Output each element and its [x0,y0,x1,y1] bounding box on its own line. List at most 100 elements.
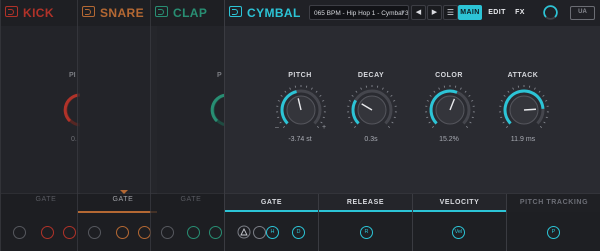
gate-mode-icon[interactable] [237,225,251,239]
knob-tick [500,116,503,119]
knob-tick [464,90,467,93]
knob-tick [471,116,474,119]
tab-edit[interactable]: EDIT [485,5,509,20]
velocity-knob[interactable]: Vel [452,226,465,239]
pitch-tracking-knob[interactable]: P [547,226,560,239]
tab-main[interactable]: MAIN [458,5,482,20]
knob-tick [507,90,510,93]
kick-section-gate[interactable]: GATE [16,196,76,203]
clap-mini-knob-2[interactable] [187,226,200,239]
preset-next-button[interactable]: ▶ [427,5,442,20]
knob-label-decay: DECAY [357,72,385,79]
track-badge-icon [5,6,18,17]
track-header-cymbal: CYMBAL 065 BPM - Hip Hop 1 - Cymbal 3 ▼ … [225,0,600,26]
kick-mini-knob-2[interactable] [41,226,54,239]
knob-tick [322,116,325,119]
track-panel-clap: CLAP P GATE [150,0,230,251]
knob-tick [315,90,318,93]
kick-knob-label-partial: PI [69,72,76,79]
knob-tick [355,90,358,93]
knob-tick [283,125,286,128]
knob-tick [277,116,280,119]
knob-tick [426,100,429,102]
knob-tick [426,116,429,119]
knob-tick [438,87,440,90]
knob-label-attack: ATTACK [507,72,539,79]
knob-tick [500,100,503,102]
track-header-kick[interactable]: KICK [1,0,80,26]
knob-value-color: 15.2% [439,136,459,143]
preset-selector[interactable]: 065 BPM - Hip Hop 1 - Cymbal 3 ▼ [309,5,409,20]
section-release[interactable]: RELEASE [319,194,412,212]
knob-tick [382,87,384,90]
tab-fx[interactable]: FX [510,5,530,20]
knob-tick [534,87,536,90]
section-pitch-tracking[interactable]: PITCH TRACKING [507,194,600,212]
knob-tick [280,94,283,97]
preset-prev-button[interactable]: ◀ [411,5,426,20]
track-panel-kick: KICK PI 0. GATE [0,0,80,251]
knob-tick [393,116,396,119]
knob-tick [387,125,390,128]
knob-tick [289,87,291,90]
knob-tick [277,100,280,102]
knob-pointer [523,108,537,111]
track-panel-snare: SNARE GATE [77,0,157,251]
track-badge-icon [82,6,95,17]
knob-tick [471,100,474,102]
kick-knob-value-partial: 0. [71,136,77,143]
knob-tick [391,121,394,124]
clap-mini-knob-1[interactable] [161,226,174,239]
pitch-min-mark: – [275,124,279,131]
snare-section-gate[interactable]: GATE [93,196,153,203]
release-knob[interactable]: R [360,226,373,239]
section-gate[interactable]: GATE [225,194,318,212]
chevron-down-icon: ▼ [400,10,406,16]
snare-gate-indicator [120,190,128,194]
clap-mini-knob-3[interactable] [209,226,222,239]
knob-tick [354,125,357,128]
knob-tick [506,125,509,128]
color-knob[interactable] [424,84,476,136]
knob-tick [432,125,435,128]
knob-value-decay: 0.3s [364,136,378,143]
knob-tick [468,94,471,97]
snare-mini-knob-1[interactable] [88,226,101,239]
menu-icon[interactable]: ☰ [443,5,458,20]
gate-decay-knob[interactable]: D [292,226,305,239]
pitch-max-mark: + [322,124,327,131]
knob-tick [502,121,505,124]
gate-mini-knob[interactable] [253,226,266,239]
output-knob-icon[interactable] [542,4,559,21]
knob-tick [538,90,541,93]
kick-mini-knob-1[interactable] [13,226,26,239]
gate-hold-knob[interactable]: H [266,226,279,239]
knob-label-pitch: PITCH [288,72,312,79]
knob-tick [279,121,282,124]
track-panel-cymbal: CYMBAL 065 BPM - Hip Hop 1 - Cymbal 3 ▼ … [224,0,600,251]
knob-tick [469,121,472,124]
track-header-clap[interactable]: CLAP [151,0,230,26]
kick-mini-knob-3[interactable] [63,226,76,239]
knob-value-attack: 11.9 ms [510,136,536,143]
knob-tick [322,100,325,102]
knob-tick [393,100,396,102]
clap-section-gate[interactable]: GATE [161,196,221,203]
knob-tick [320,121,323,124]
track-badge-icon [229,6,242,17]
track-title-kick: KICK [23,6,54,20]
decay-knob[interactable] [346,84,398,136]
pitch-knob[interactable] [275,84,327,136]
track-header-snare[interactable]: SNARE [78,0,157,26]
knob-tick [539,125,542,128]
preset-name: 065 BPM - Hip Hop 1 - Cymbal 3 [314,10,409,17]
knob-tick [351,94,354,97]
track-title-snare: SNARE [100,6,145,20]
attack-knob[interactable] [498,84,550,136]
snare-mini-knob-2[interactable] [116,226,129,239]
section-velocity[interactable]: VELOCITY [413,194,506,212]
knob-tick [386,90,389,93]
knob-tick [284,90,287,93]
track-title-clap: CLAP [173,6,208,20]
knob-tick [311,87,313,90]
